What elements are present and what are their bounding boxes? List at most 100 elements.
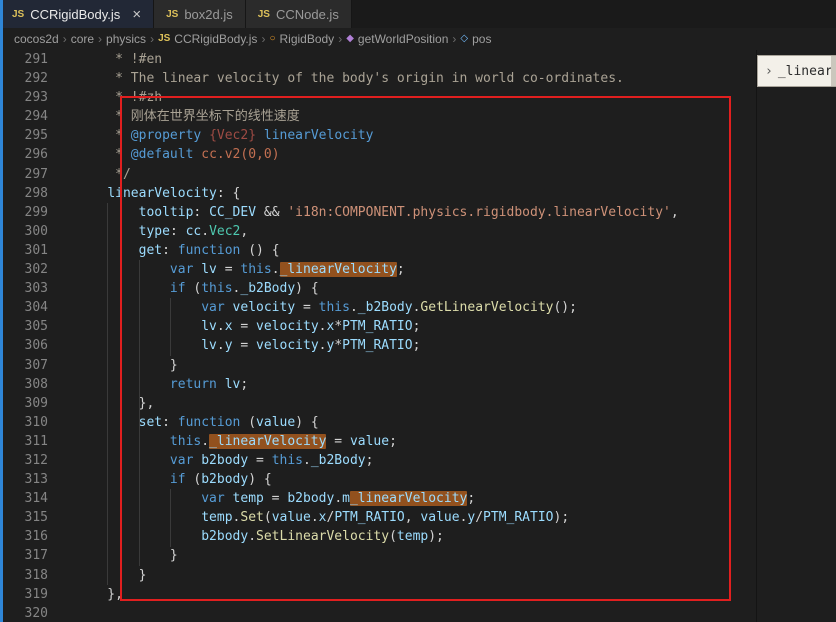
code-line: 309 }, [0,394,757,413]
line-number[interactable]: 315 [0,508,48,527]
line-number[interactable]: 318 [0,566,48,585]
editor-tab-CCNode.js[interactable]: JS CCNode.js [245,0,352,28]
side-panel-scrollbar[interactable] [831,56,836,86]
line-number[interactable]: 299 [0,203,48,222]
breadcrumb-item-core[interactable]: core [71,32,94,46]
code-text: set: function (value) { [138,414,319,430]
code-line: 302 var lv = this._linearVelocity; [0,260,757,279]
tab-label: box2d.js [184,6,233,22]
chevron-right-icon: › [338,32,343,46]
tab-label: CCRigidBody.js [30,6,121,22]
breadcrumb-item-CCRigidBody.js[interactable]: JS CCRigidBody.js [158,32,257,46]
line-number[interactable]: 319 [0,585,48,604]
line-number[interactable]: 320 [0,604,48,622]
editor-split-divider[interactable] [756,50,757,622]
code-text: var velocity = this._b2Body.GetLinearVel… [201,300,577,316]
code-line: 316 b2body.SetLinearVelocity(temp); [0,527,757,546]
code-line: 319 }, [0,585,757,604]
code-editor[interactable]: 291 * !#en 292 * The linear velocity of t… [0,50,836,622]
breadcrumb-item-physics[interactable]: physics [106,32,146,46]
code-line: 304 var velocity = this._b2Body.GetLinea… [0,298,757,317]
code-line: 313 if (b2body) { [0,470,757,489]
code-text: lv.x = velocity.x*PTM_RATIO; [201,319,421,335]
code-text: this._linearVelocity = value; [169,433,397,449]
code-lines[interactable]: 291 * !#en 292 * The linear velocity of t… [0,50,757,622]
code-text: } [76,567,147,583]
chevron-right-icon: › [150,32,155,46]
js-file-icon: JS [158,33,171,44]
code-text: lv.y = velocity.y*PTM_RATIO; [201,338,421,354]
line-number[interactable]: 309 [0,394,48,413]
line-number[interactable]: 307 [0,356,48,375]
editor-tab-bar: JS CCRigidBody.js × JS box2d.js JS CCNode.js [0,0,836,28]
breadcrumb-label: CCRigidBody.js [174,32,258,46]
code-line: 305 lv.x = velocity.x*PTM_RATIO; [0,317,757,336]
chevron-right-icon: › [62,32,67,46]
line-number[interactable]: 300 [0,222,48,241]
code-line: 315 temp.Set(value.x/PTM_RATIO, value.y/… [0,508,757,527]
line-number[interactable]: 310 [0,413,48,432]
line-number[interactable]: 294 [0,107,48,126]
code-line: 297 */ [0,165,757,184]
code-text: * !#en [76,52,163,67]
chevron-right-icon: › [261,32,266,46]
side-editor-breadcrumb[interactable]: › _linearVel [757,55,836,87]
close-icon[interactable]: × [132,7,141,22]
line-number[interactable]: 312 [0,451,48,470]
code-text: temp.Set(value.x/PTM_RATIO, value.y/PTM_… [201,510,570,526]
line-number[interactable]: 295 [0,126,48,145]
breadcrumb-item-pos[interactable]: ◇ pos [460,32,491,46]
code-text: b2body.SetLinearVelocity(temp); [201,529,444,545]
line-number[interactable]: 316 [0,527,48,546]
breadcrumb-item-cocos2d[interactable]: cocos2d [14,32,59,46]
line-number[interactable]: 314 [0,489,48,508]
line-number[interactable]: 298 [0,184,48,203]
code-text: }, [76,395,155,411]
line-number[interactable]: 313 [0,470,48,489]
line-number[interactable]: 292 [0,69,48,88]
editor-tab-box2d.js[interactable]: JS box2d.js [154,0,246,28]
code-line: 307 } [0,356,757,375]
window-focus-border [0,0,3,622]
line-number[interactable]: 308 [0,375,48,394]
code-line: 303 if (this._b2Body) { [0,279,757,298]
code-line: 300 type: cc.Vec2, [0,222,757,241]
line-number[interactable]: 306 [0,336,48,355]
line-number[interactable]: 305 [0,317,48,336]
code-text: }, [76,586,123,602]
line-number[interactable]: 311 [0,432,48,451]
breadcrumb: cocos2d › core › physics › JS CCRigidBody.js › ○ R… [0,28,836,50]
code-line: 310 set: function (value) { [0,413,757,432]
chevron-right-icon: › [98,32,103,46]
code-text: if (b2body) { [169,472,272,488]
code-line: 298 linearVelocity: { [0,184,757,203]
line-number[interactable]: 297 [0,165,48,184]
code-line: 293 * !#zh [0,88,757,107]
breadcrumb-label: core [70,32,95,46]
breadcrumb-label: RigidBody [279,32,335,46]
line-number[interactable]: 304 [0,298,48,317]
line-number[interactable]: 291 [0,50,48,69]
code-text: } [76,548,178,564]
code-text: tooltip: CC_DEV && 'i18n:COMPONENT.physi… [138,204,679,220]
line-number[interactable]: 317 [0,546,48,565]
code-text: return lv; [169,376,249,392]
code-text: linearVelocity: { [107,185,241,201]
code-line: 318 } [0,566,757,585]
breadcrumb-item-getWorldPosition[interactable]: ◆ getWorldPosition [346,32,448,46]
line-number[interactable]: 302 [0,260,48,279]
line-number[interactable]: 293 [0,88,48,107]
code-line: 317 } [0,546,757,565]
code-line: 311 this._linearVelocity = value; [0,432,757,451]
editor-tab-CCRigidBody.js[interactable]: JS CCRigidBody.js × [0,0,155,28]
line-number[interactable]: 301 [0,241,48,260]
breadcrumb-label: cocos2d [14,32,59,46]
code-text: get: function () { [138,242,280,258]
code-line: 294 * 刚体在世界坐标下的线性速度 [0,107,757,126]
js-file-icon: JS [12,8,25,20]
tab-label: CCNode.js [275,6,339,22]
line-number[interactable]: 303 [0,279,48,298]
breadcrumb-item-RigidBody[interactable]: ○ RigidBody [269,32,334,46]
line-number[interactable]: 296 [0,145,48,164]
